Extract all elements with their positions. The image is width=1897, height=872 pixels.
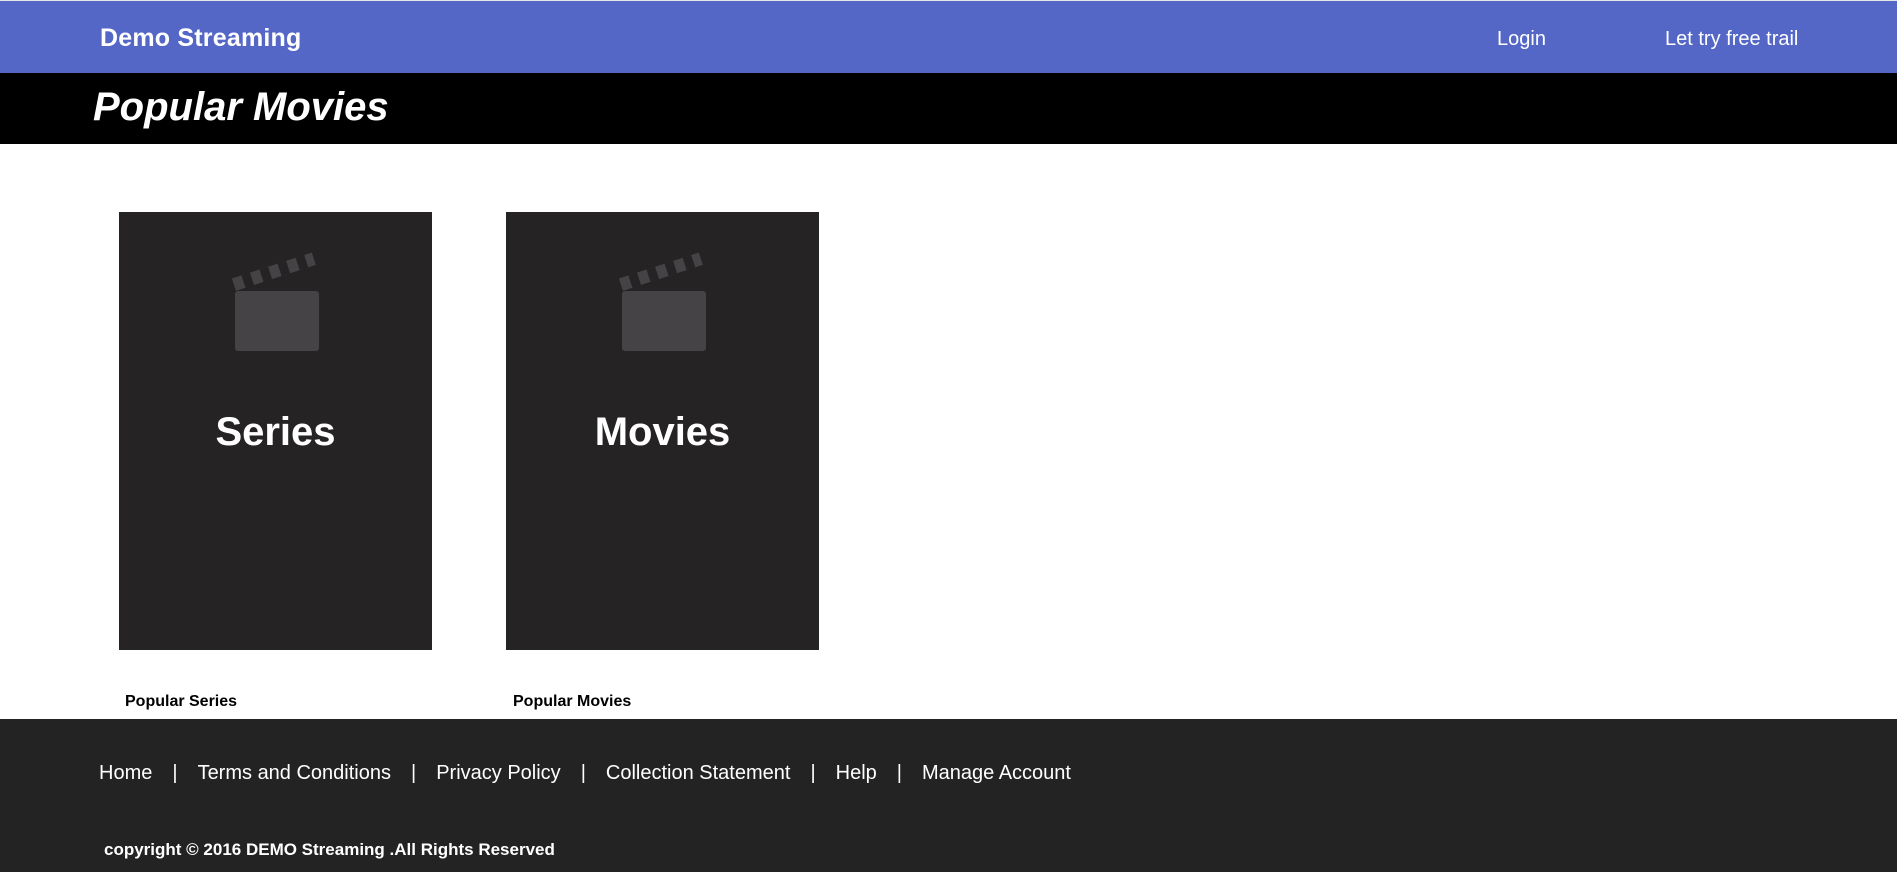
footer-separator: | — [580, 762, 586, 784]
brand-logo-text[interactable]: Demo Streaming — [100, 24, 301, 53]
footer-link-home[interactable]: Home — [99, 762, 152, 785]
movies-caption[interactable]: Popular Movies — [513, 693, 631, 711]
footer-link-terms[interactable]: Terms and Conditions — [198, 762, 391, 785]
free-trial-link[interactable]: Let try free trail — [1665, 28, 1798, 51]
top-navbar: Demo Streaming Login Let try free trail — [0, 0, 1897, 73]
footer-link-help[interactable]: Help — [836, 762, 877, 785]
footer-link-privacy[interactable]: Privacy Policy — [436, 762, 560, 785]
footer-separator: | — [896, 762, 902, 784]
footer-separator: | — [810, 762, 816, 784]
copyright-text: copyright © 2016 DEMO Streaming .All Rig… — [104, 840, 555, 859]
card-title: Series — [215, 410, 336, 454]
footer-link-collection-statement[interactable]: Collection Statement — [606, 762, 791, 785]
page-title: Popular Movies — [93, 85, 389, 129]
footer-link-manage-account[interactable]: Manage Account — [922, 762, 1071, 785]
card-title: Movies — [594, 410, 731, 454]
series-card[interactable]: Series — [119, 212, 432, 650]
footer: Home | Terms and Conditions | Privacy Po… — [0, 719, 1897, 872]
clapperboard-icon — [231, 252, 319, 351]
title-bar: Popular Movies — [0, 73, 1897, 144]
footer-separator: | — [172, 762, 178, 784]
footer-links: Home | Terms and Conditions | Privacy Po… — [99, 762, 1071, 785]
clapperboard-icon — [618, 252, 706, 351]
series-caption[interactable]: Popular Series — [125, 693, 237, 711]
movies-card[interactable]: Movies — [506, 212, 819, 650]
footer-separator: | — [411, 762, 417, 784]
login-link[interactable]: Login — [1497, 28, 1546, 51]
